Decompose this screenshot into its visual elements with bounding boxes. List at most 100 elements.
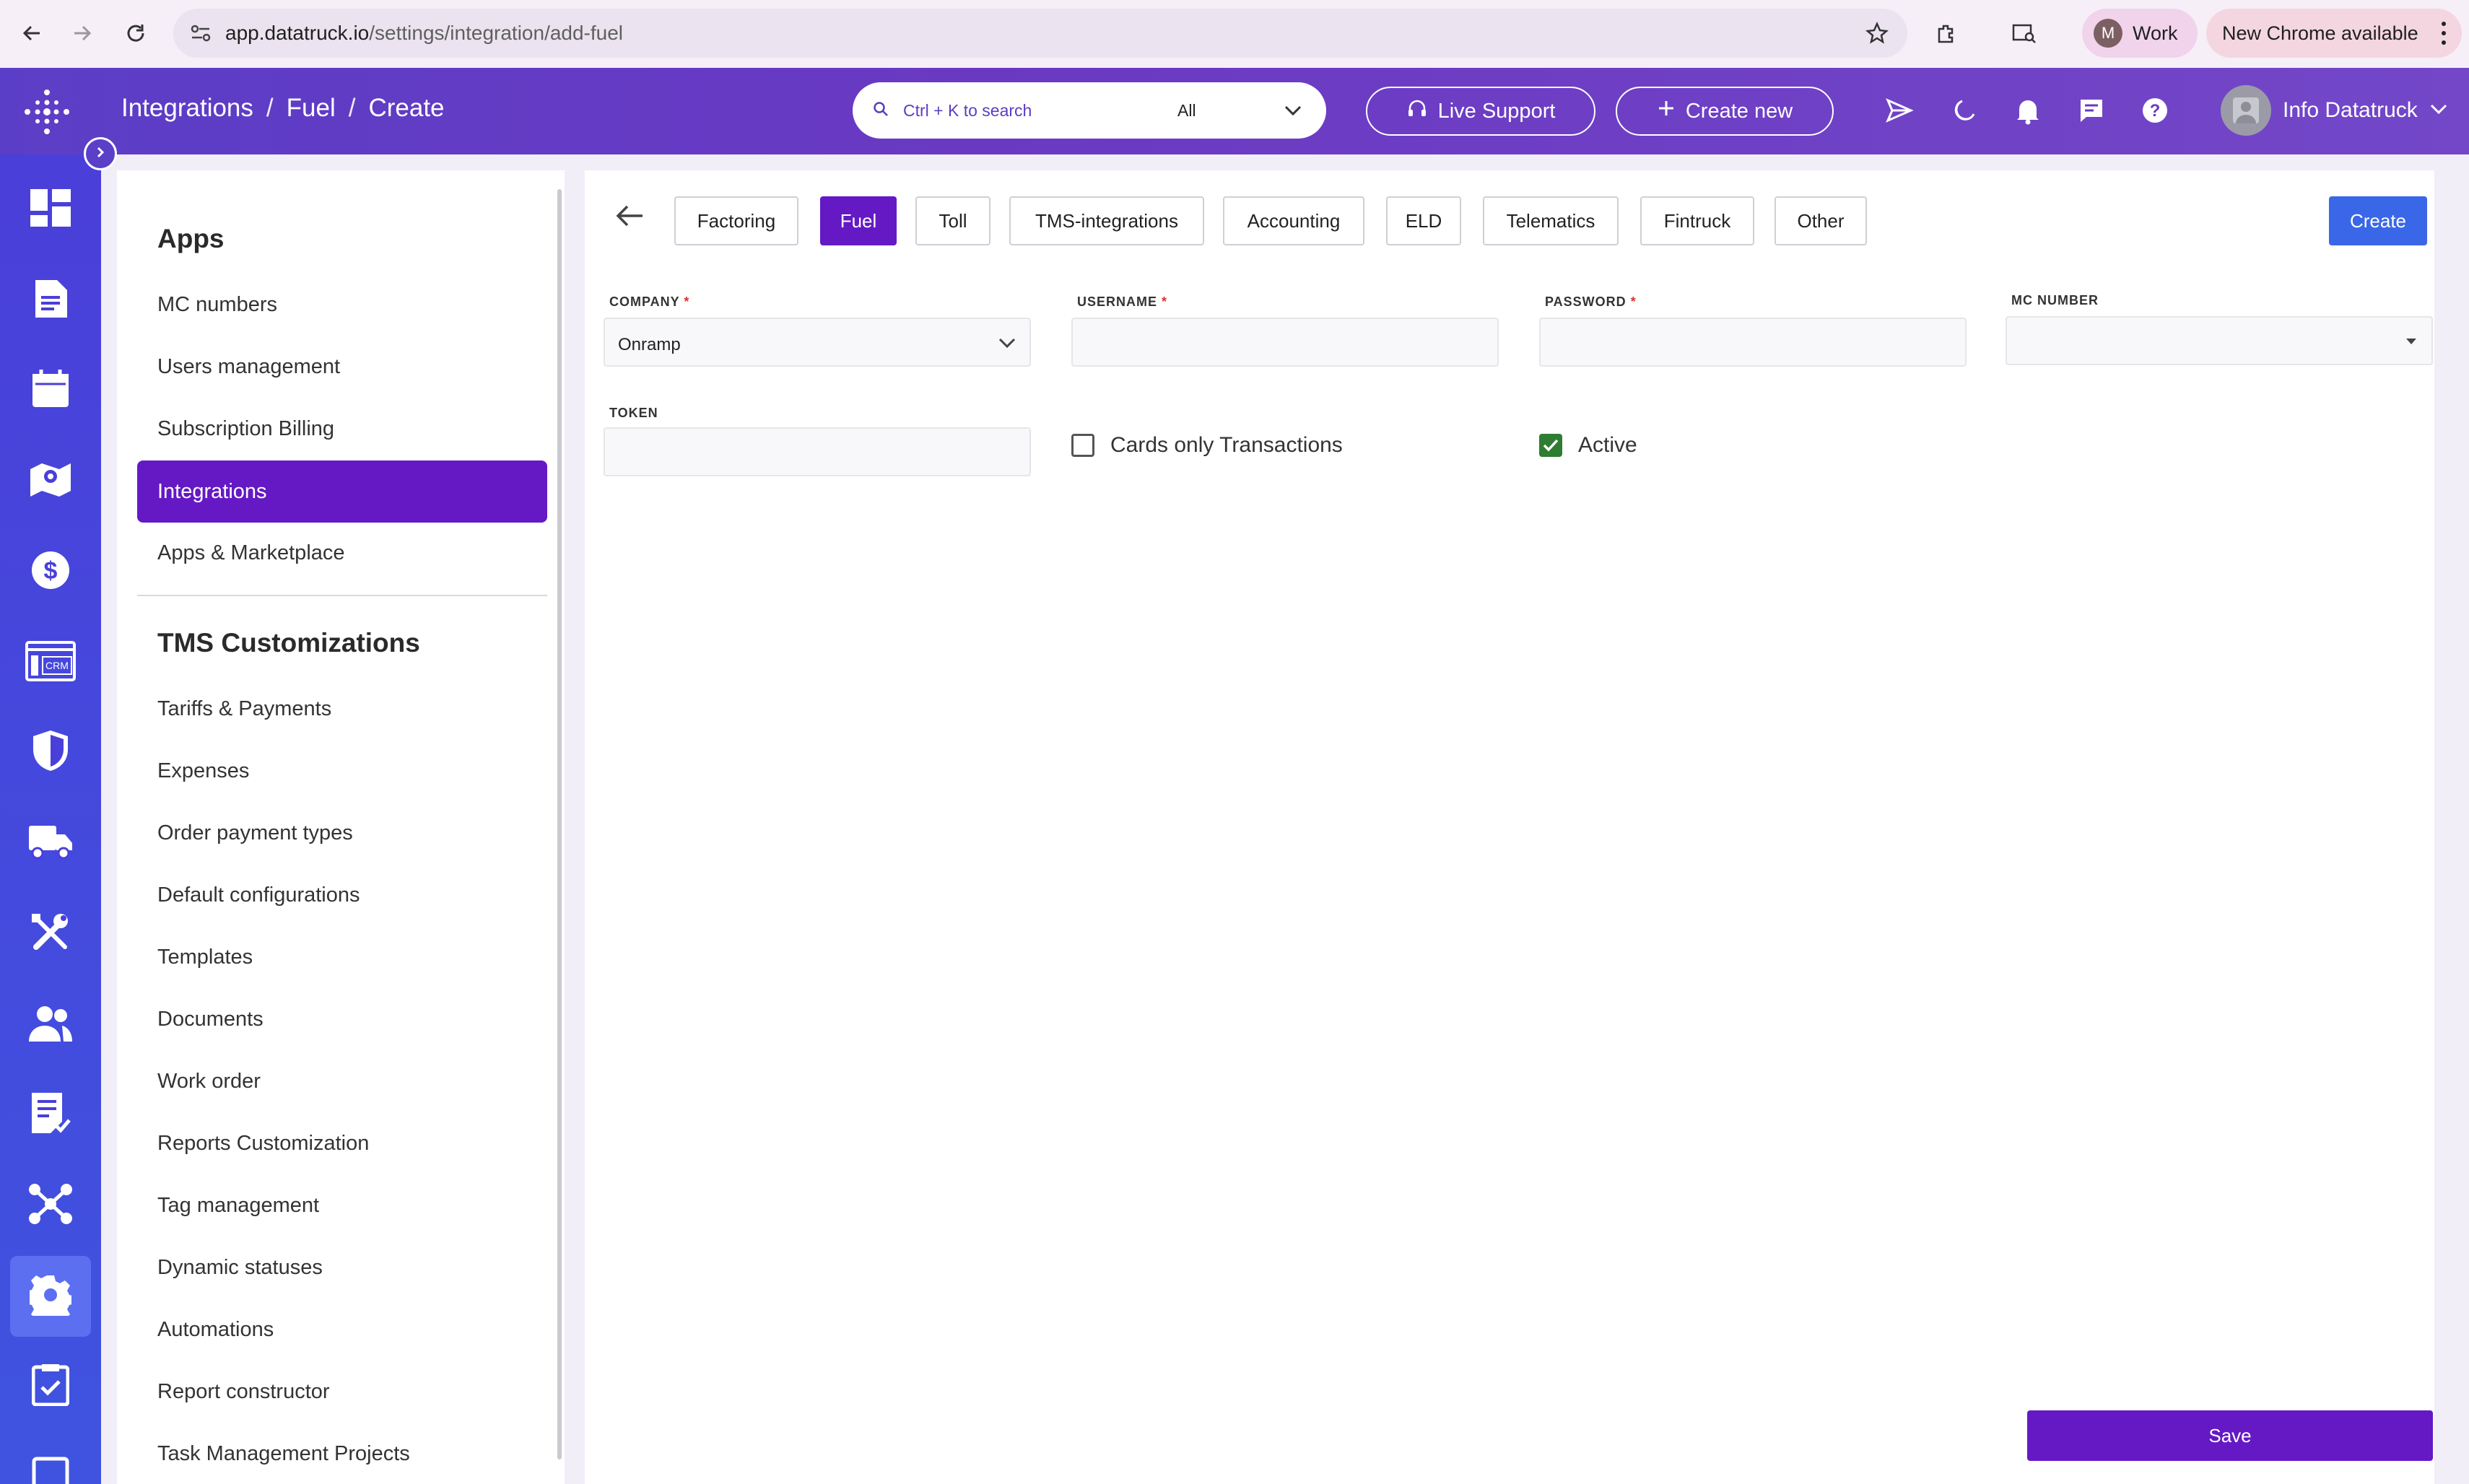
create-button[interactable]: Create — [2329, 196, 2427, 245]
square-icon — [32, 1457, 69, 1484]
chevron-down-icon[interactable] — [998, 335, 1016, 354]
chevron-down-icon[interactable] — [1283, 102, 1303, 122]
menu-item-users-management[interactable]: Users management — [157, 355, 340, 379]
token-input[interactable] — [604, 427, 1031, 476]
username-label: USERNAME * — [1077, 294, 1167, 310]
mc-number-select[interactable] — [2006, 316, 2433, 365]
tab-fintruck[interactable]: Fintruck — [1640, 196, 1754, 245]
cards-only-transactions-label: Cards only Transactions — [1110, 433, 1343, 457]
more-vert-icon[interactable] — [2442, 22, 2446, 45]
menu-item-apps-marketplace[interactable]: Apps & Marketplace — [157, 541, 345, 565]
nav-network[interactable] — [10, 1165, 91, 1246]
sidebar-expand-button[interactable] — [84, 137, 117, 170]
nav-tasks[interactable] — [10, 1345, 91, 1426]
checkbox-checked-icon[interactable] — [1539, 434, 1562, 457]
url-path: /settings/integration/add-fuel — [369, 22, 624, 44]
calendar-icon — [31, 368, 70, 412]
menu-item-integrations[interactable]: Integrations — [137, 461, 547, 523]
checkbox-unchecked-icon[interactable] — [1071, 434, 1094, 457]
nav-settings[interactable] — [10, 1256, 91, 1337]
active-checkbox[interactable]: Active — [1539, 433, 1637, 458]
nav-finance[interactable]: $ — [10, 531, 91, 612]
menu-item-task-management-projects[interactable]: Task Management Projects — [157, 1442, 410, 1466]
nav-more[interactable] — [10, 1436, 91, 1484]
nav-calendar[interactable] — [10, 349, 91, 430]
menu-item-work-order[interactable]: Work order — [157, 1070, 261, 1094]
menu-item-tag-management[interactable]: Tag management — [157, 1194, 319, 1218]
chat-icon[interactable] — [2073, 92, 2109, 128]
apps-heading: Apps — [157, 224, 225, 253]
site-settings-icon[interactable] — [191, 25, 211, 45]
tab-other[interactable]: Other — [1775, 196, 1867, 245]
shield-icon — [32, 729, 69, 776]
search-placeholder[interactable]: Ctrl + K to search — [903, 101, 1032, 121]
nav-maintenance[interactable] — [10, 894, 91, 974]
tab-fuel[interactable]: Fuel — [820, 196, 897, 245]
nav-fleet[interactable] — [10, 803, 91, 883]
profile-chip[interactable]: M Work — [2082, 9, 2198, 58]
menu-item-order-payment-types[interactable]: Order payment types — [157, 821, 353, 845]
menu-item-expenses[interactable]: Expenses — [157, 759, 249, 783]
menu-item-dynamic-statuses[interactable]: Dynamic statuses — [157, 1256, 323, 1280]
extensions-icon[interactable] — [1929, 16, 1964, 51]
tab-factoring[interactable]: Factoring — [674, 196, 798, 245]
menu-item-default-configurations[interactable]: Default configurations — [157, 883, 360, 907]
help-icon[interactable]: ? — [2137, 92, 2173, 128]
nav-documents[interactable] — [10, 260, 91, 341]
breadcrumb-fuel[interactable]: Fuel — [287, 94, 336, 123]
tab-telematics[interactable]: Telematics — [1483, 196, 1619, 245]
search-scope-select[interactable]: All — [1177, 101, 1196, 121]
password-input[interactable] — [1539, 318, 1967, 367]
browser-chrome: app.datatruck.io/settings/integration/ad… — [0, 0, 2469, 68]
tools-icon — [29, 911, 72, 958]
tab-accounting[interactable]: Accounting — [1223, 196, 1364, 245]
company-select[interactable]: Onramp — [604, 318, 1031, 367]
forward-arrow-icon[interactable] — [65, 16, 100, 51]
nav-map[interactable] — [10, 440, 91, 521]
menu-item-mc-numbers[interactable]: MC numbers — [157, 293, 277, 317]
url-host: app.datatruck.io — [225, 22, 370, 44]
nav-crm[interactable]: CRM — [10, 622, 91, 703]
global-search[interactable]: Ctrl + K to search All — [853, 82, 1326, 139]
notifications-bell-icon[interactable] — [2010, 92, 2046, 128]
datatruck-logo-icon[interactable] — [22, 87, 79, 137]
menu-item-tariffs-payments[interactable]: Tariffs & Payments — [157, 697, 331, 721]
chrome-update-button[interactable]: New Chrome available — [2206, 9, 2462, 58]
dark-mode-moon-icon[interactable] — [1946, 92, 1982, 128]
reload-icon[interactable] — [118, 16, 153, 51]
nav-dashboard[interactable] — [10, 169, 91, 250]
cards-only-transactions-checkbox[interactable]: Cards only Transactions — [1071, 433, 1343, 458]
nav-reports[interactable] — [10, 1074, 91, 1155]
create-new-button[interactable]: Create new — [1616, 87, 1834, 136]
breadcrumb-integrations[interactable]: Integrations — [121, 94, 253, 123]
back-arrow-icon[interactable] — [14, 16, 49, 51]
menu-item-templates[interactable]: Templates — [157, 946, 253, 969]
bookmark-star-icon[interactable] — [1865, 21, 1889, 48]
caret-down-icon[interactable] — [2404, 336, 2418, 350]
back-button[interactable] — [615, 204, 644, 232]
tab-toll[interactable]: Toll — [915, 196, 990, 245]
menu-scrollbar[interactable] — [557, 189, 562, 1459]
nav-security[interactable] — [10, 712, 91, 793]
menu-item-subscription-billing[interactable]: Subscription Billing — [157, 417, 334, 441]
chevron-down-icon[interactable] — [2429, 102, 2448, 120]
menu-item-automations[interactable]: Automations — [157, 1318, 274, 1342]
nav-users[interactable] — [10, 985, 91, 1065]
svg-text:?: ? — [2150, 101, 2161, 121]
send-icon[interactable] — [1881, 92, 1917, 128]
tab-tms-integrations[interactable]: TMS-integrations — [1009, 196, 1204, 245]
save-button[interactable]: Save — [2027, 1410, 2433, 1461]
menu-item-reports-customization[interactable]: Reports Customization — [157, 1132, 369, 1156]
dollar-icon: $ — [30, 550, 71, 594]
address-bar[interactable]: app.datatruck.io/settings/integration/ad… — [173, 9, 1907, 58]
user-menu[interactable]: Info Datatruck — [2221, 85, 2448, 136]
report-icon — [30, 1091, 71, 1138]
menu-item-report-constructor[interactable]: Report constructor — [157, 1380, 330, 1404]
menu-item-documents[interactable]: Documents — [157, 1008, 264, 1031]
tab-eld[interactable]: ELD — [1386, 196, 1461, 245]
token-label: TOKEN — [609, 406, 658, 420]
username-input[interactable] — [1071, 318, 1499, 367]
cast-search-icon[interactable] — [2007, 16, 2042, 51]
document-icon — [32, 279, 69, 323]
live-support-button[interactable]: Live Support — [1366, 87, 1595, 136]
